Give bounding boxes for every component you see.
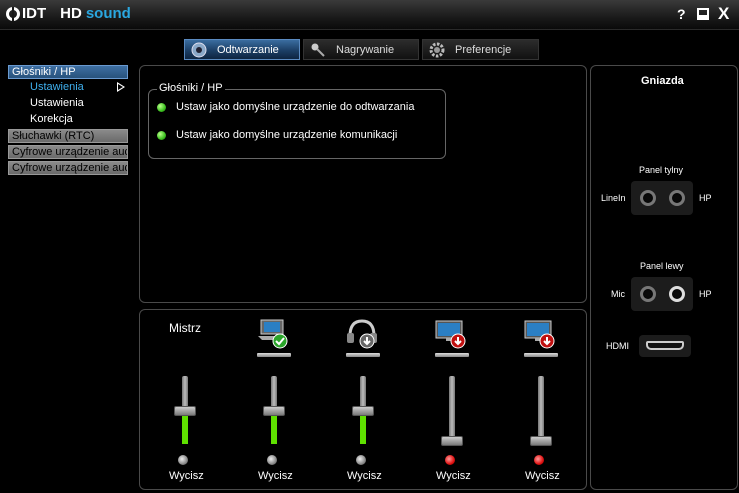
volume-slider-knob[interactable] [174, 406, 196, 416]
jack-hp-left-icon[interactable] [669, 286, 685, 302]
gear-icon [429, 42, 445, 57]
rear-panel-label: Panel tylny [639, 165, 684, 175]
volume-slider-master[interactable] [174, 376, 196, 444]
sidebar-sub-settings-active[interactable]: Ustawienia [30, 81, 84, 93]
option-default-communication-label: Ustaw jako domyślne urządzenie komunikac… [176, 129, 398, 141]
group-title: Głośniki / HP [157, 82, 225, 94]
channel-divider [435, 353, 469, 357]
volume-slider-knob[interactable] [441, 436, 463, 446]
status-green-icon [157, 131, 166, 140]
speaker-icon [191, 42, 207, 57]
channel-divider [524, 353, 558, 357]
option-default-playback[interactable]: Ustaw jako domyślne urządzenie do odtwar… [157, 101, 426, 113]
linein-label: LineIn [601, 193, 626, 203]
monitor-icon [435, 320, 466, 349]
idt-logo-mark [6, 6, 20, 21]
volume-slider-knob[interactable] [263, 406, 285, 416]
volume-slider-knob[interactable] [530, 436, 552, 446]
jack-mic-icon[interactable] [640, 286, 656, 302]
sidebar-sub-settings[interactable]: Ustawienia [30, 97, 84, 109]
mute-button[interactable] [356, 455, 366, 465]
sidebar-item-digital-2[interactable]: Cyfrowe urządzenie audio [8, 161, 128, 175]
channel-divider [257, 353, 291, 357]
left-panel-label: Panel lewy [640, 261, 684, 271]
status-green-icon [157, 103, 166, 112]
help-button[interactable]: ? [677, 6, 686, 22]
microphone-icon [311, 43, 325, 57]
monitor-icon [524, 320, 555, 349]
hdmi-port-icon[interactable] [646, 341, 684, 350]
hdmi-label: HDMI [606, 341, 629, 351]
volume-slider-knob[interactable] [352, 406, 374, 416]
tab-playback[interactable]: Odtwarzanie [184, 39, 300, 60]
option-default-playback-label: Ustaw jako domyślne urządzenie do odtwar… [176, 101, 415, 113]
hp-rear-label: HP [699, 193, 712, 203]
mute-label: Wycisz [258, 470, 293, 482]
jacks-title: Gniazda [641, 75, 684, 87]
sidebar-item-speakers[interactable]: Głośniki / HP [8, 65, 128, 79]
channel-divider [346, 353, 380, 357]
master-label: Mistrz [169, 321, 201, 335]
tab-preferences[interactable]: Preferencje [422, 39, 539, 60]
brand-sound: sound [85, 5, 131, 22]
tab-recording[interactable]: Nagrywanie [303, 39, 419, 60]
jack-hp-rear-icon[interactable] [669, 190, 685, 206]
sidebar-item-headphones[interactable]: Słuchawki (RTC) [8, 129, 128, 143]
mute-button[interactable] [178, 455, 188, 465]
mute-label: Wycisz [169, 470, 204, 482]
headphones-icon [347, 319, 377, 349]
title-bar: IDT HD sound ? X [0, 0, 739, 30]
mute-button[interactable] [445, 455, 455, 465]
sidebar-sub-equalizer[interactable]: Korekcja [30, 113, 73, 125]
jack-linein-icon[interactable] [640, 190, 656, 206]
default-device-group [148, 89, 446, 159]
laptop-speaker-icon [258, 319, 288, 349]
hp-left-label: HP [699, 289, 712, 299]
minimize-button[interactable] [697, 8, 709, 20]
mute-label: Wycisz [436, 470, 471, 482]
tab-playback-label: Odtwarzanie [217, 43, 279, 56]
mute-label: Wycisz [347, 470, 382, 482]
volume-slider-headphones[interactable] [352, 376, 374, 444]
brand-hd: HD [60, 5, 82, 22]
idt-logo: IDT HD sound [6, 5, 131, 22]
option-default-communication[interactable]: Ustaw jako domyślne urządzenie komunikac… [157, 129, 426, 141]
close-button[interactable]: X [718, 4, 729, 24]
volume-slider-laptop[interactable] [263, 376, 285, 444]
mute-button[interactable] [267, 455, 277, 465]
mute-label: Wycisz [525, 470, 560, 482]
volume-slider-monitor-2[interactable] [530, 376, 552, 446]
tab-preferences-label: Preferencje [455, 43, 512, 56]
sidebar-item-digital-1[interactable]: Cyfrowe urządzenie audio [8, 145, 128, 159]
mute-button[interactable] [534, 455, 544, 465]
selected-arrow-icon [117, 82, 125, 92]
tab-recording-label: Nagrywanie [336, 43, 395, 56]
brand-idt: IDT [22, 5, 47, 22]
volume-slider-monitor-1[interactable] [441, 376, 463, 446]
mic-label: Mic [611, 289, 625, 299]
